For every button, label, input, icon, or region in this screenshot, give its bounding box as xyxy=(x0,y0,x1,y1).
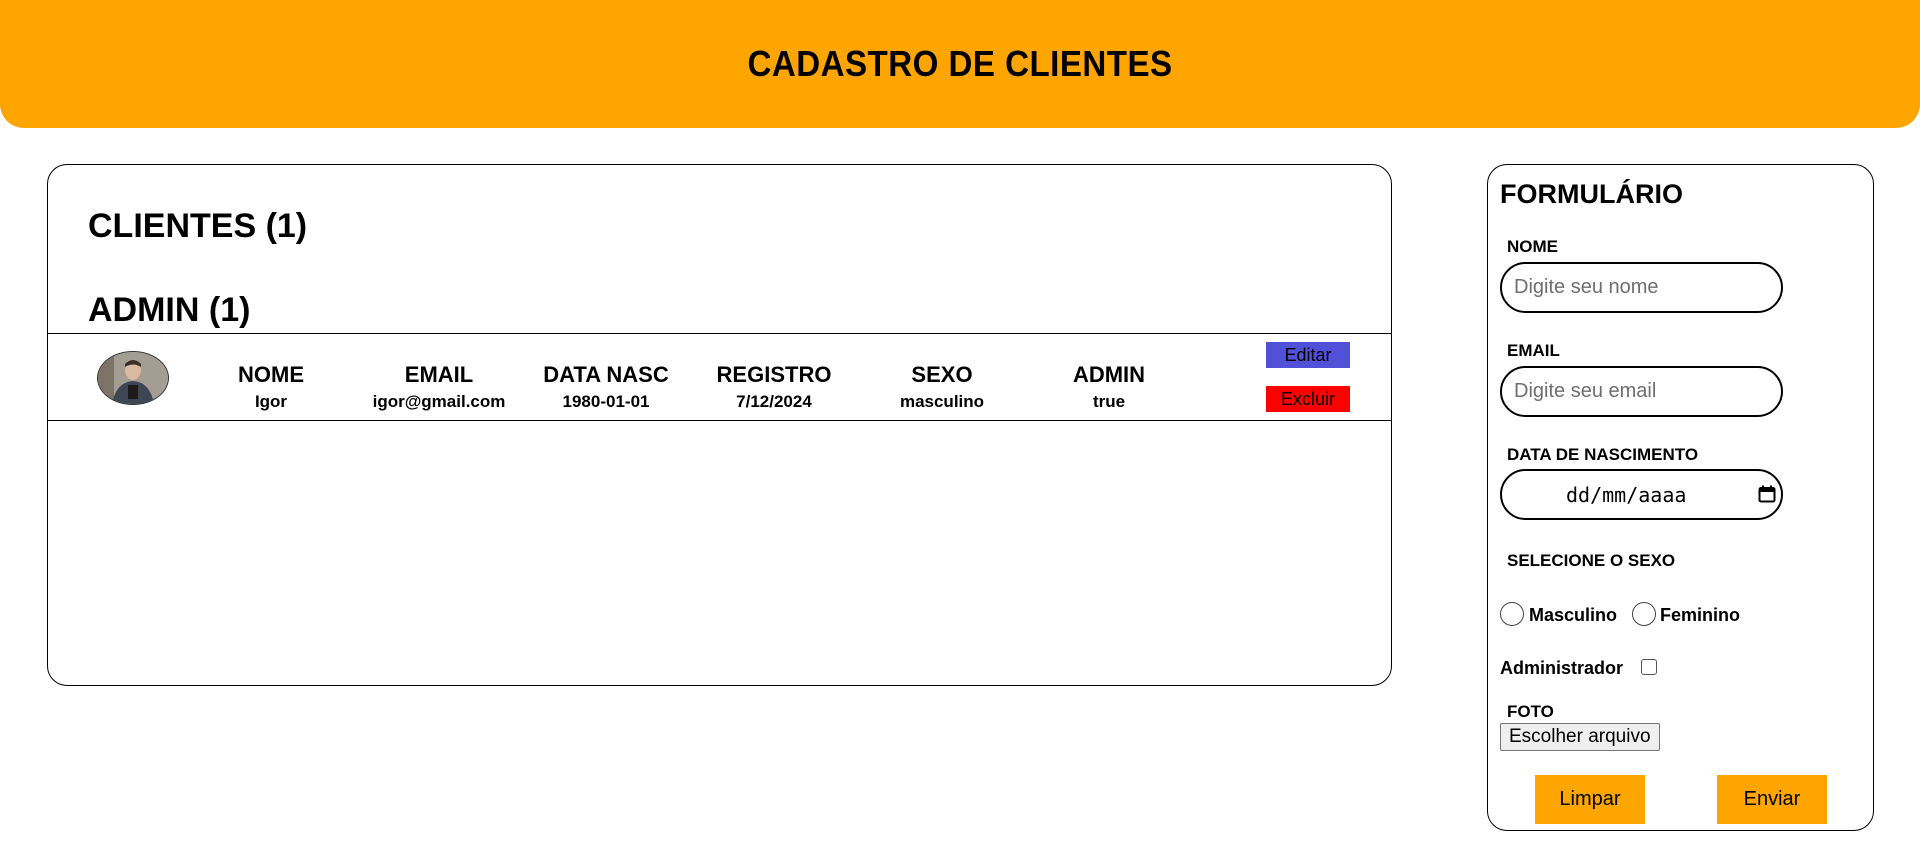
sexo-label: SELECIONE O SEXO xyxy=(1507,551,1676,570)
clients-count-title: CLIENTES (1) xyxy=(88,207,308,245)
header-email: EMAIL xyxy=(404,362,474,387)
header-data-nasc: DATA NASC xyxy=(543,362,669,387)
data-nascimento-label: DATA DE NASCIMENTO xyxy=(1507,445,1699,464)
foto-label: FOTO xyxy=(1507,702,1554,721)
header-registro: REGISTRO xyxy=(716,362,832,387)
cell-sexo: masculino xyxy=(899,392,985,411)
edit-button[interactable]: Editar xyxy=(1266,342,1350,368)
avatar-photo-icon xyxy=(98,352,168,404)
col-data-nasc: DATA NASC 1980-01-01 xyxy=(526,362,686,412)
nome-input[interactable] xyxy=(1500,262,1783,313)
nome-label: NOME xyxy=(1507,237,1558,256)
col-email: EMAIL igor@gmail.com xyxy=(359,362,519,412)
form-panel: FORMULÁRIO NOME EMAIL DATA DE NASCIMENTO… xyxy=(1487,164,1874,831)
header-nome: NOME xyxy=(238,362,304,387)
header-admin: ADMIN xyxy=(1072,362,1146,387)
clear-button[interactable]: Limpar xyxy=(1535,775,1645,824)
delete-button[interactable]: Excluir xyxy=(1266,386,1350,412)
admin-count-title: ADMIN (1) xyxy=(88,291,251,329)
masculino-label: Masculino xyxy=(1529,605,1618,625)
cell-email: igor@gmail.com xyxy=(372,392,506,411)
email-input[interactable] xyxy=(1500,366,1783,417)
col-nome: NOME Igor xyxy=(191,362,351,412)
clients-panel: CLIENTES (1) ADMIN (1) NOME Igor EMAIL i… xyxy=(47,164,1392,686)
choose-file-button[interactable]: Escolher arquivo xyxy=(1500,723,1660,751)
feminino-radio[interactable] xyxy=(1632,602,1656,626)
col-sexo: SEXO masculino xyxy=(862,362,1022,412)
calendar-icon[interactable] xyxy=(1758,485,1776,503)
table-row: NOME Igor EMAIL igor@gmail.com DATA NASC… xyxy=(47,333,1392,421)
feminino-label: Feminino xyxy=(1660,605,1740,625)
form-title: FORMULÁRIO xyxy=(1500,179,1683,209)
email-label: EMAIL xyxy=(1507,341,1560,360)
page-title: CADASTRO DE CLIENTES xyxy=(747,43,1173,84)
header-sexo: SEXO xyxy=(911,362,973,387)
data-nascimento-input[interactable]: dd/mm/aaaa xyxy=(1500,469,1783,520)
cell-data-nasc: 1980-01-01 xyxy=(562,392,650,411)
administrador-label: Administrador xyxy=(1500,658,1624,678)
cell-nome: Igor xyxy=(254,392,288,411)
page-header: CADASTRO DE CLIENTES xyxy=(0,0,1920,128)
data-nascimento-placeholder: dd/mm/aaaa xyxy=(1566,483,1687,507)
col-registro: REGISTRO 7/12/2024 xyxy=(694,362,854,412)
masculino-radio[interactable] xyxy=(1500,602,1524,626)
avatar xyxy=(97,351,169,405)
cell-registro: 7/12/2024 xyxy=(736,392,812,411)
col-admin: ADMIN true xyxy=(1029,362,1189,412)
administrador-checkbox[interactable] xyxy=(1641,659,1657,675)
submit-button[interactable]: Enviar xyxy=(1717,775,1827,824)
cell-admin: true xyxy=(1092,392,1126,411)
